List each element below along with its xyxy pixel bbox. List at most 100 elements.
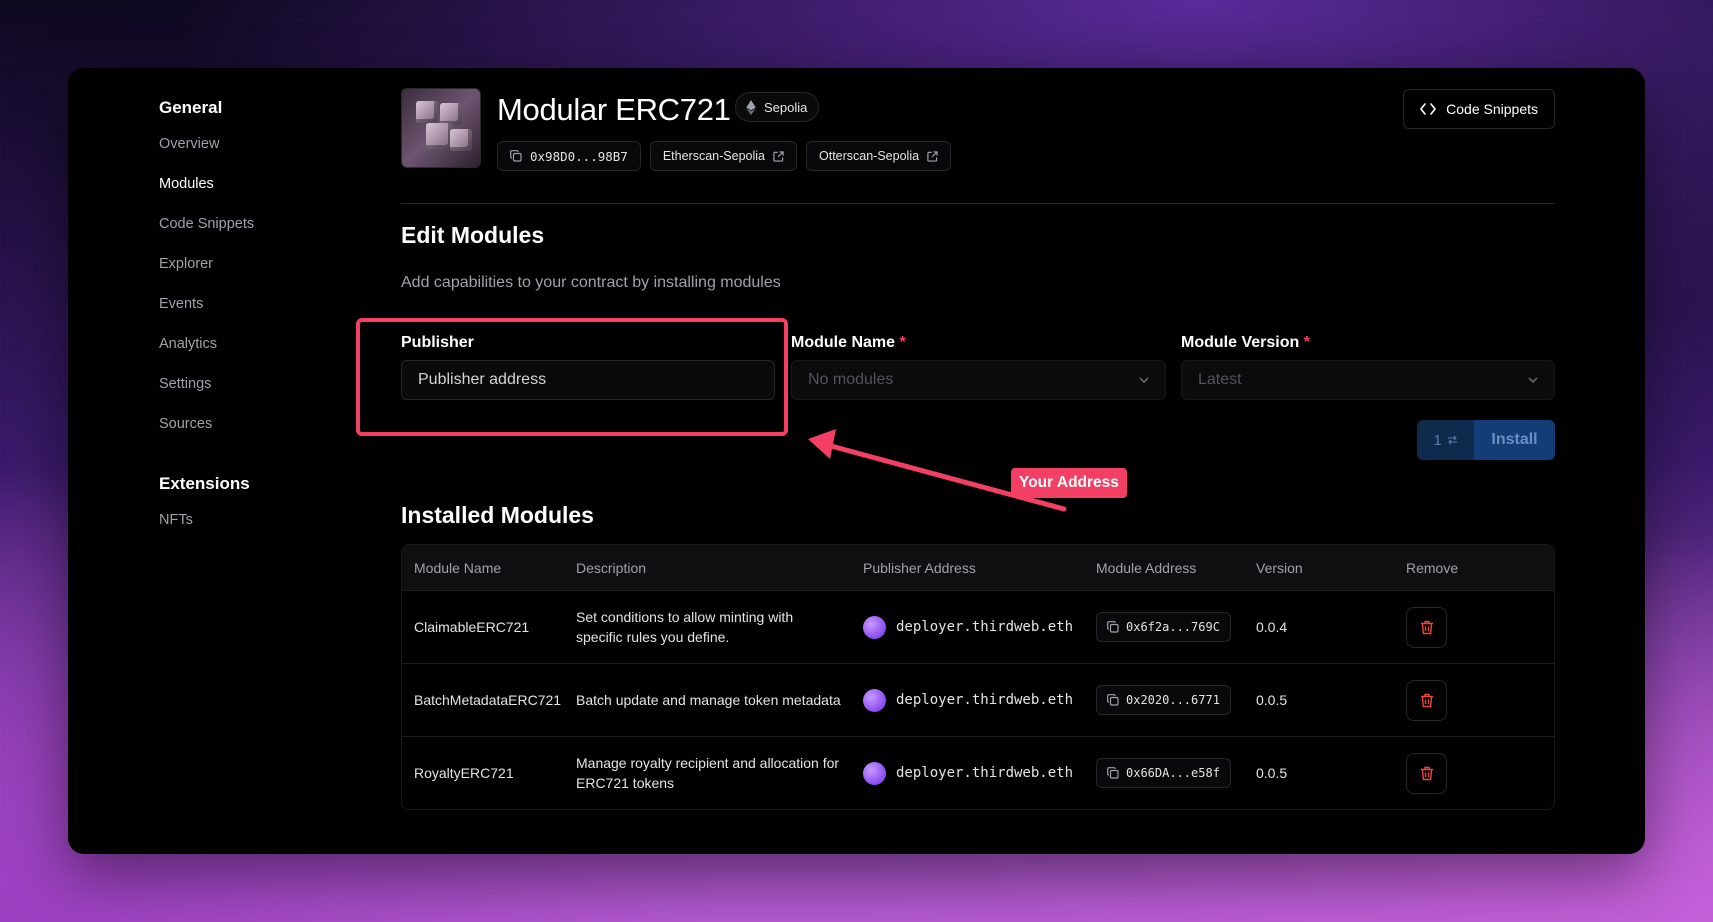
- copy-icon: [1107, 767, 1119, 779]
- edit-modules-subtitle: Add capabilities to your contract by ins…: [401, 274, 781, 291]
- module-name-label: Module Name *: [791, 334, 906, 352]
- install-group: 1 Install: [1417, 420, 1555, 460]
- module-version-select[interactable]: Latest: [1181, 360, 1555, 400]
- sidebar-item-explorer[interactable]: Explorer: [159, 244, 359, 284]
- trash-icon: [1420, 693, 1433, 707]
- external-link-icon: [773, 150, 784, 162]
- chevron-down-icon: [1139, 377, 1149, 383]
- contract-address-copy[interactable]: 0x98D0...98B7: [497, 141, 641, 171]
- edit-modules-title: Edit Modules: [401, 222, 545, 248]
- trash-icon: [1420, 766, 1433, 780]
- description-cell: Manage royalty recipient and allocation …: [576, 755, 840, 791]
- avatar: [863, 615, 886, 639]
- install-button[interactable]: Install: [1474, 420, 1555, 460]
- column-header: Version: [1256, 559, 1303, 576]
- table-row: RoyaltyERC721 Manage royalty recipient a…: [402, 736, 1554, 809]
- module-address-cell: 0x6f2a...769C: [1096, 612, 1256, 642]
- publisher-label: Publisher: [401, 334, 474, 351]
- module-address: 0x2020...6771: [1126, 693, 1220, 707]
- column-header: Publisher Address: [863, 559, 976, 576]
- table-row: BatchMetadataERC721 Batch update and man…: [402, 663, 1554, 736]
- copy-icon: [1107, 621, 1119, 633]
- swap-icon: [1447, 435, 1457, 445]
- remove-cell: [1406, 752, 1554, 794]
- publisher-placeholder: Publisher address: [418, 371, 547, 388]
- contract-thumbnail: [401, 88, 481, 168]
- copy-icon: [1107, 694, 1119, 706]
- remove-module-button[interactable]: [1406, 752, 1447, 794]
- header-divider: [401, 203, 1555, 204]
- external-link-icon: [927, 150, 938, 162]
- remove-cell: [1406, 679, 1554, 721]
- description-cell: Set conditions to allow minting with spe…: [576, 609, 794, 645]
- contract-links: 0x98D0...98B7 Etherscan-Sepolia Ottersca…: [497, 141, 952, 171]
- table-header: Module Name Description Publisher Addres…: [402, 545, 1554, 590]
- sidebar-item-events[interactable]: Events: [159, 284, 359, 324]
- column-header: Description: [576, 559, 647, 576]
- publisher-input[interactable]: Publisher address: [401, 360, 775, 400]
- module-name-cell: RoyaltyERC721: [414, 765, 514, 781]
- avatar: [863, 761, 886, 785]
- chain-name: Sepolia: [764, 99, 808, 115]
- code-snippets-button[interactable]: Code Snippets: [1403, 89, 1555, 129]
- module-name-cell: BatchMetadataERC721: [414, 692, 562, 708]
- ethereum-icon: [746, 99, 756, 115]
- module-version-label-text: Module Version: [1181, 334, 1300, 351]
- module-address-copy[interactable]: 0x6f2a...769C: [1096, 612, 1231, 642]
- chevron-down-icon: [1528, 377, 1538, 383]
- install-count-toggle[interactable]: 1: [1417, 420, 1474, 460]
- remove-module-button[interactable]: [1406, 606, 1447, 648]
- copy-icon: [510, 150, 522, 162]
- app-window: General Overview Modules Code Snippets E…: [68, 68, 1645, 854]
- publisher-address[interactable]: deployer.thirdweb.eth: [896, 692, 1073, 708]
- otterscan-label: Otterscan-Sepolia: [819, 149, 920, 163]
- module-name-label-text: Module Name: [791, 334, 896, 351]
- your-address-tag: Your Address: [1011, 468, 1127, 498]
- sidebar-heading-general: General: [159, 98, 223, 117]
- version-cell: 0.0.5: [1256, 692, 1288, 708]
- sidebar-heading-extensions: Extensions: [159, 474, 250, 493]
- sidebar-item-code-snippets[interactable]: Code Snippets: [159, 204, 359, 244]
- sidebar-item-sources[interactable]: Sources: [159, 404, 359, 444]
- version-cell: 0.0.5: [1256, 765, 1288, 781]
- table-row: ClaimableERC721 Set conditions to allow …: [402, 590, 1554, 663]
- avatar: [863, 688, 886, 712]
- sidebar-item-nfts[interactable]: NFTs: [159, 500, 359, 540]
- publisher-address[interactable]: deployer.thirdweb.eth: [896, 765, 1073, 781]
- sidebar: General Overview Modules Code Snippets E…: [159, 96, 359, 540]
- publisher-cell: deployer.thirdweb.eth: [863, 688, 1096, 712]
- sidebar-item-modules[interactable]: Modules: [159, 164, 359, 204]
- trash-icon: [1420, 620, 1433, 634]
- code-snippets-label: Code Snippets: [1446, 101, 1538, 117]
- module-address-copy[interactable]: 0x2020...6771: [1096, 685, 1231, 715]
- sidebar-item-settings[interactable]: Settings: [159, 364, 359, 404]
- module-address-copy[interactable]: 0x66DA...e58f: [1096, 758, 1231, 788]
- remove-cell: [1406, 606, 1554, 648]
- otterscan-link[interactable]: Otterscan-Sepolia: [806, 141, 952, 171]
- module-name-select[interactable]: No modules: [791, 360, 1166, 400]
- required-mark: *: [899, 334, 906, 351]
- publisher-cell: deployer.thirdweb.eth: [863, 615, 1096, 639]
- module-version-label: Module Version *: [1181, 334, 1310, 352]
- column-header: Module Name: [414, 559, 502, 576]
- installed-modules-title: Installed Modules: [401, 502, 594, 528]
- column-header: Module Address: [1096, 559, 1197, 576]
- module-address-cell: 0x2020...6771: [1096, 685, 1256, 715]
- module-address: 0x6f2a...769C: [1126, 620, 1220, 634]
- remove-module-button[interactable]: [1406, 679, 1447, 721]
- install-count: 1: [1433, 431, 1442, 449]
- etherscan-label: Etherscan-Sepolia: [662, 149, 765, 163]
- sidebar-item-analytics[interactable]: Analytics: [159, 324, 359, 364]
- etherscan-link[interactable]: Etherscan-Sepolia: [649, 141, 797, 171]
- code-icon: [1420, 103, 1436, 115]
- chain-badge: Sepolia: [735, 92, 820, 122]
- publisher-cell: deployer.thirdweb.eth: [863, 761, 1096, 785]
- description-cell: Batch update and manage token metadata: [576, 692, 841, 708]
- module-address-cell: 0x66DA...e58f: [1096, 758, 1256, 788]
- module-name-value: No modules: [808, 371, 894, 388]
- required-mark: *: [1303, 334, 1310, 351]
- publisher-address[interactable]: deployer.thirdweb.eth: [896, 619, 1073, 635]
- sidebar-item-overview[interactable]: Overview: [159, 124, 359, 164]
- column-header: Remove: [1406, 559, 1459, 576]
- page-title: Modular ERC721: [497, 92, 731, 127]
